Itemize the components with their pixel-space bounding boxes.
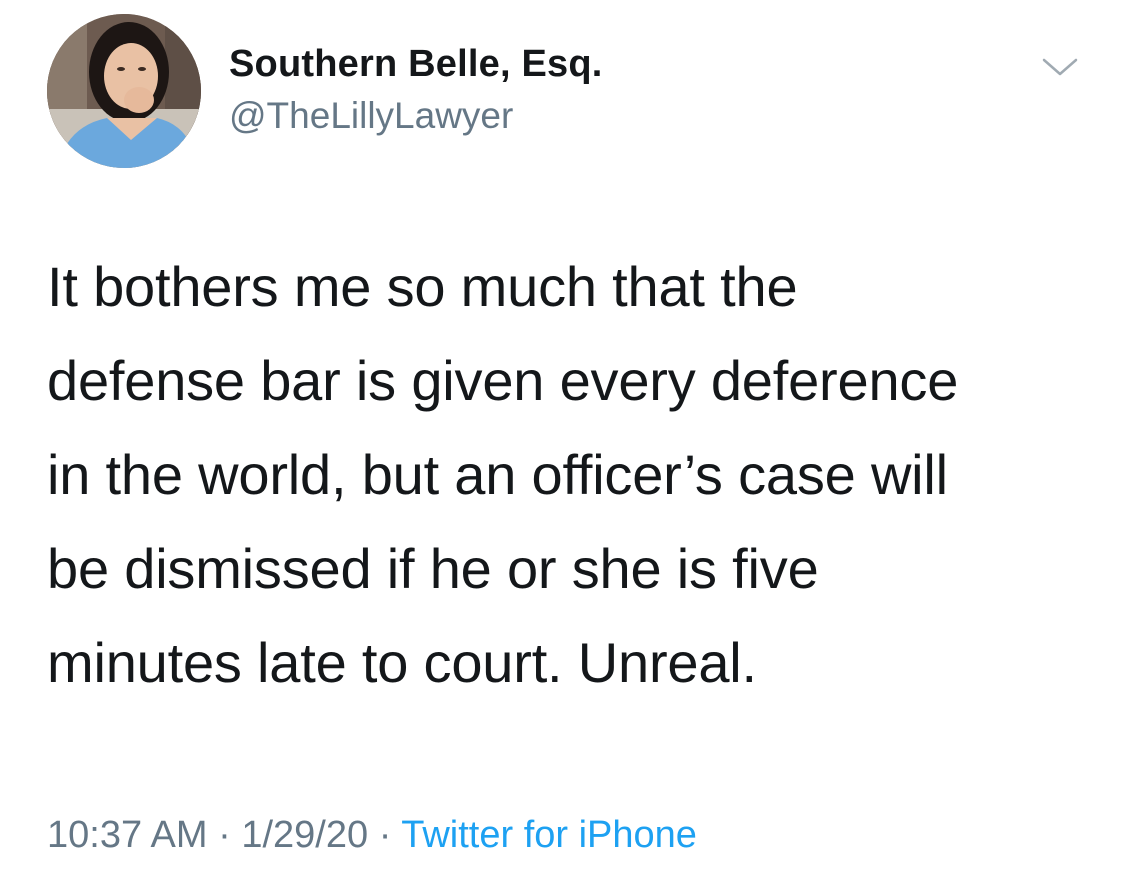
tweet-meta: 10:37 AM · 1/29/20 · Twitter for iPhone bbox=[47, 810, 697, 860]
tweet-date[interactable]: 1/29/20 bbox=[241, 814, 368, 856]
avatar[interactable] bbox=[47, 14, 201, 168]
meta-separator: · bbox=[378, 814, 392, 856]
tweet-time[interactable]: 10:37 AM bbox=[47, 814, 208, 856]
meta-separator: · bbox=[218, 814, 231, 856]
author-handle[interactable]: @TheLillyLawyer bbox=[229, 94, 513, 138]
avatar-photo bbox=[47, 14, 201, 168]
chevron-down-icon bbox=[1042, 58, 1078, 76]
tweet-card: Southern Belle, Esq. @TheLillyLawyer It … bbox=[0, 0, 1124, 884]
tweet-menu-button[interactable] bbox=[1040, 52, 1080, 82]
tweet-text: It bothers me so much that the defense b… bbox=[47, 255, 959, 694]
author-display-name[interactable]: Southern Belle, Esq. bbox=[229, 42, 603, 86]
tweet-source-link[interactable]: Twitter for iPhone bbox=[401, 814, 697, 856]
